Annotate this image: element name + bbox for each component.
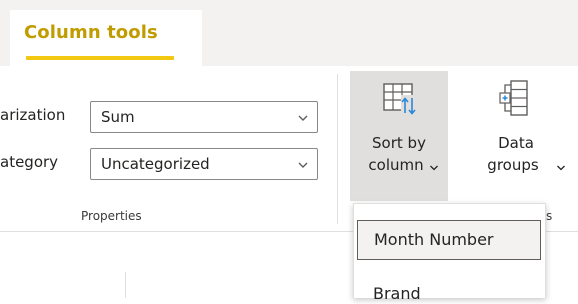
sort-by-column-icon: [383, 83, 417, 115]
data-groups-line1: Data: [498, 134, 534, 152]
data-groups-line2: groups: [487, 156, 539, 174]
data-category-dropdown[interactable]: Uncategorized: [90, 148, 318, 180]
sort-by-column-button[interactable]: Sort by column: [350, 71, 448, 201]
data-category-value: Uncategorized: [101, 155, 210, 173]
chevron-down-icon: [298, 115, 308, 121]
sort-by-column-line1: Sort by: [372, 134, 426, 152]
menu-item-month-number[interactable]: Month Number: [357, 220, 541, 260]
properties-group-label: Properties: [81, 209, 142, 223]
canvas-divider: [125, 272, 126, 298]
summarization-value: Sum: [101, 108, 135, 126]
chevron-down-icon: [430, 165, 438, 171]
tab-column-tools-label: Column tools: [24, 22, 158, 43]
chevron-down-icon: [298, 162, 308, 168]
sort-by-column-menu: Month Number Brand: [353, 203, 546, 303]
sort-by-column-line2: column: [368, 156, 424, 174]
data-groups-button[interactable]: Data groups: [464, 71, 565, 201]
tab-active-indicator: [26, 56, 174, 60]
category-label: ategory: [0, 153, 59, 171]
summarization-label: arization: [0, 106, 66, 124]
group-label-fragment: s: [546, 209, 553, 223]
group-separator: [337, 74, 338, 224]
menu-item-label: Month Number: [374, 230, 494, 249]
data-groups-icon: [499, 80, 528, 116]
menu-item-label: Brand: [373, 284, 421, 303]
chevron-down-icon: [557, 165, 565, 171]
menu-item-brand[interactable]: Brand: [357, 274, 541, 304]
summarization-dropdown[interactable]: Sum: [90, 101, 318, 133]
